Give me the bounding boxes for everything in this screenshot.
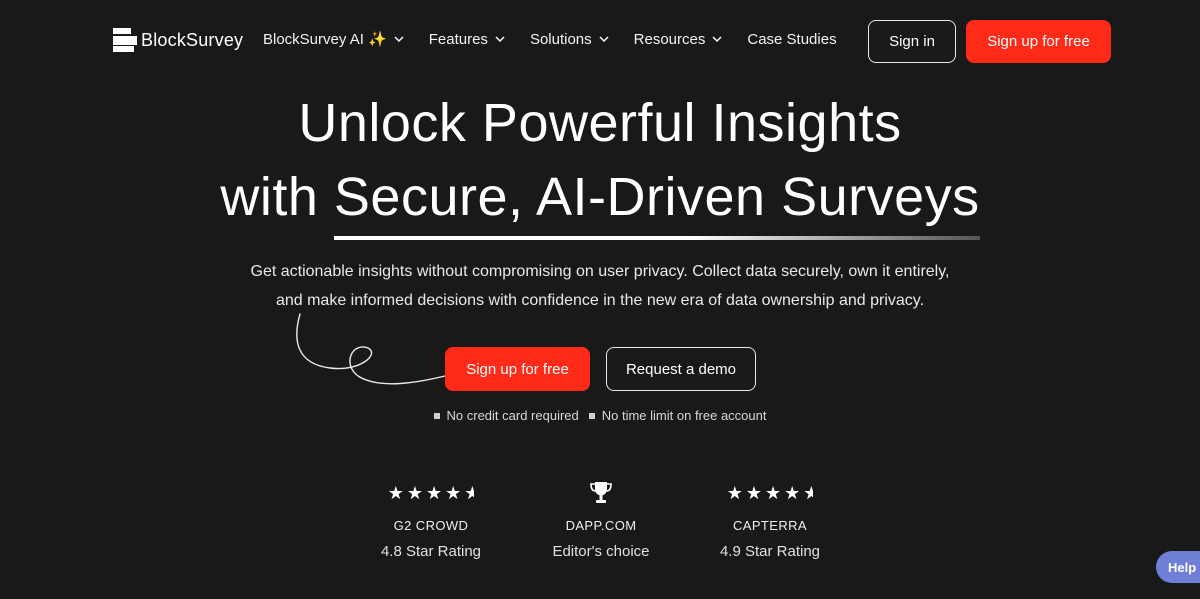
note-text: No credit card required [446,408,579,423]
brand-logo[interactable]: BlockSurvey [113,28,243,52]
rating-label: 4.9 Star Rating [719,543,821,560]
square-bullet-icon [588,412,595,419]
landing-page: BlockSurvey BlockSurvey AI ✨ Features So… [0,0,1200,599]
nav-links: BlockSurvey AI ✨ Features Solutions Reso… [263,30,837,49]
hero-title: Unlock Powerful Insights with Secure, AI… [0,86,1200,240]
nav-item-solutions[interactable]: Solutions [530,31,610,48]
nav-item-label: Case Studies [747,30,837,48]
highlight-underline [333,236,980,240]
chevron-down-icon [495,36,505,43]
nav-item-resources[interactable]: Resources [634,31,724,48]
request-demo-button[interactable]: Request a demo [606,347,756,391]
brand-name: BlockSurvey [141,29,244,50]
nav-item-case-studies[interactable]: Case Studies [747,31,836,48]
hero-subtitle: Get actionable insights without compromi… [150,257,1050,315]
sign-up-button[interactable]: Sign up for free [966,20,1111,63]
top-nav: BlockSurvey BlockSurvey AI ✨ Features So… [0,0,1200,84]
note-no-time-limit: No time limit on free account [588,408,767,423]
nav-item-label: BlockSurvey AI ✨ [263,31,387,48]
help-button[interactable]: Help [1156,551,1200,583]
chevron-down-icon [394,36,404,43]
hero-sign-up-button[interactable]: Sign up for free [445,347,590,391]
note-no-credit-card: No credit card required [433,408,579,423]
note-text: No time limit on free account [601,408,767,423]
nav-item-label: Solutions [529,30,592,48]
nav-item-label: Resources [633,30,706,48]
square-bullet-icon [433,412,440,419]
nav-item-label: Features [428,30,488,48]
hero-subtitle-line1: Get actionable insights without compromi… [250,263,950,280]
hero-title-highlight: Secure, AI-Driven Surveys [333,160,980,240]
chevron-down-icon [599,36,609,43]
stars-icon: ★★★★★ [726,483,814,503]
rating-source: CAPTERRA [733,518,807,533]
hero-title-prefix: with [220,167,334,227]
nav-item-features[interactable]: Features [429,31,506,48]
blocksurvey-logo-icon [113,28,137,52]
hero-title-line2: with Secure, AI-Driven Surveys [220,160,980,240]
rating-capterra: ★★★★★ CAPTERRA 4.9 Star Rating [670,480,870,560]
hero-subtitle-line2: and make informed decisions with confide… [275,292,925,309]
nav-item-blocksurvey-ai[interactable]: BlockSurvey AI ✨ [263,30,405,48]
hero-title-line1: Unlock Powerful Insights [298,93,902,153]
decorative-swirl-icon [296,313,446,385]
hero-title-highlight-text: Secure, AI-Driven Surveys [333,167,980,227]
chevron-down-icon [712,36,722,43]
hero-notes: No credit card required No time limit on… [0,408,1200,423]
sign-in-button[interactable]: Sign in [868,20,956,63]
